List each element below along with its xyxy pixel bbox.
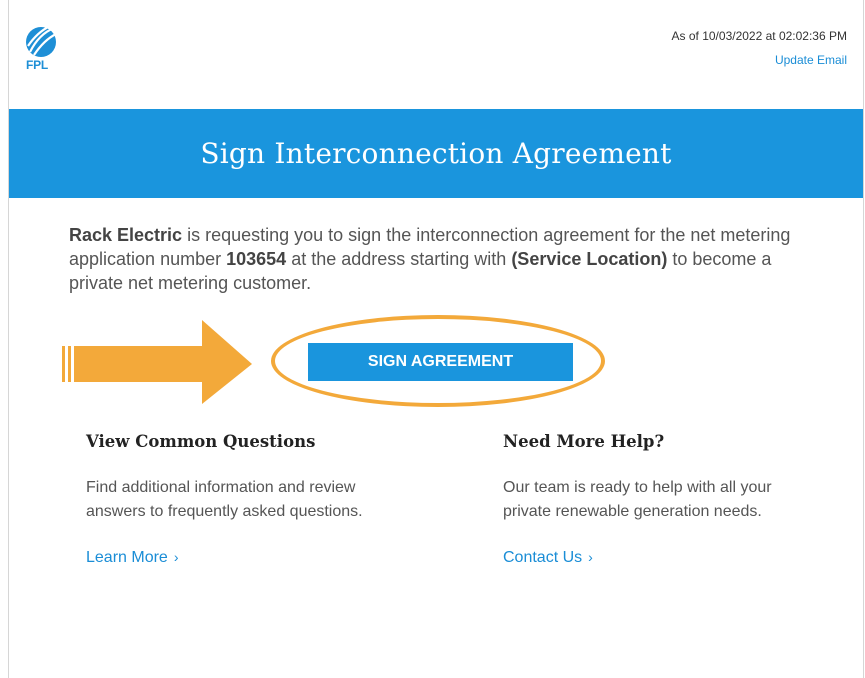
service-location: (Service Location) bbox=[511, 249, 668, 269]
chevron-right-icon: › bbox=[173, 549, 179, 565]
company-name: Rack Electric bbox=[69, 225, 183, 245]
page-title: Sign Interconnection Agreement bbox=[200, 137, 672, 170]
sign-agreement-button[interactable]: SIGN AGREEMENT bbox=[308, 343, 573, 381]
contact-us-label: Contact Us bbox=[503, 549, 583, 566]
need-help-body: Our team is ready to help with all your … bbox=[503, 479, 772, 520]
common-questions-heading: View Common Questions bbox=[86, 432, 316, 451]
as-of-timestamp: As of 10/03/2022 at 02:02:36 PM bbox=[671, 29, 847, 43]
need-help-section: Need More Help? Our team is ready to hel… bbox=[503, 432, 803, 567]
learn-more-link[interactable]: Learn More › bbox=[86, 549, 179, 567]
need-help-heading: Need More Help? bbox=[503, 432, 665, 451]
common-questions-body: Find additional information and review a… bbox=[86, 479, 363, 520]
chevron-right-icon: › bbox=[588, 549, 593, 565]
title-banner: Sign Interconnection Agreement bbox=[9, 109, 863, 198]
arrow-right-icon bbox=[62, 320, 252, 404]
common-questions-section: View Common Questions Find additional in… bbox=[86, 432, 386, 567]
intro-text-2: at the address starting with bbox=[286, 249, 512, 269]
update-email-link[interactable]: Update Email bbox=[775, 53, 847, 67]
contact-us-link[interactable]: Contact Us › bbox=[503, 549, 593, 567]
fpl-logo-icon bbox=[26, 25, 57, 57]
application-number: 103654 bbox=[226, 249, 287, 269]
logo-text: FPL bbox=[26, 58, 49, 72]
learn-more-label: Learn More bbox=[86, 549, 168, 566]
intro-paragraph: Rack Electric is requesting you to sign … bbox=[69, 223, 804, 295]
